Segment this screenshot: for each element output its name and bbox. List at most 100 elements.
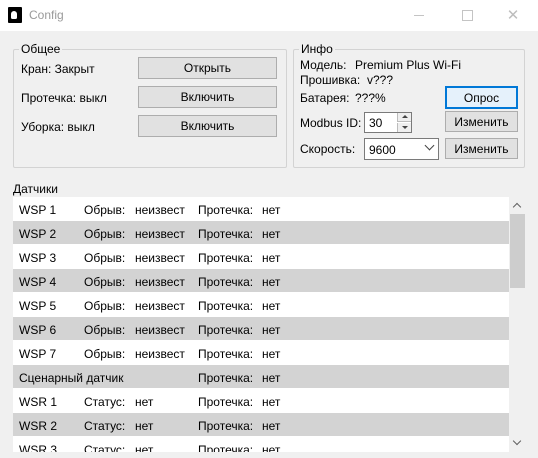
- sensor-cell-c4: Протечка:: [198, 371, 254, 385]
- info-legend: Инфо: [301, 42, 333, 56]
- open-valve-button[interactable]: Открыть: [138, 57, 277, 79]
- sensor-cell-c2: Обрыв:: [84, 251, 126, 265]
- sensor-cell-c1: WSR 3: [19, 443, 58, 452]
- sensor-cell-c5: нет: [262, 275, 281, 289]
- sensor-cell-c2: Обрыв:: [84, 299, 126, 313]
- table-row[interactable]: WSP 6 Обрыв: неизвест Протечка: нет: [13, 317, 525, 341]
- table-row[interactable]: WSP 2 Обрыв: неизвест Протечка: нет: [13, 221, 525, 245]
- sensor-cell-c1: WSP 5: [19, 299, 57, 313]
- sensor-cell-c5: нет: [262, 323, 281, 337]
- cleaning-enable-button[interactable]: Включить: [138, 115, 277, 137]
- leak-enable-button[interactable]: Включить: [138, 86, 277, 108]
- scroll-thumb[interactable]: [510, 214, 525, 288]
- spin-down-icon[interactable]: [397, 123, 411, 132]
- sensor-cell-c1: WSP 6: [19, 323, 57, 337]
- sensor-cell-c1: WSP 2: [19, 227, 57, 241]
- sensor-cell-c4: Протечка:: [198, 203, 254, 217]
- sensor-cell-c5: нет: [262, 443, 281, 452]
- sensor-cell-c3: неизвест: [135, 347, 185, 361]
- cleaning-status-label: Уборка: выкл: [21, 120, 95, 134]
- sensor-cell-c3: неизвест: [135, 323, 185, 337]
- modbus-id-stepper[interactable]: 30: [364, 112, 412, 133]
- table-row[interactable]: WSP 5 Обрыв: неизвест Протечка: нет: [13, 293, 525, 317]
- sensor-cell-c4: Протечка:: [198, 395, 254, 409]
- maximize-icon[interactable]: [444, 0, 490, 31]
- table-row[interactable]: WSR 2 Статус: нет Протечка: нет: [13, 413, 525, 437]
- speed-select[interactable]: 9600: [364, 138, 439, 160]
- table-row[interactable]: WSP 3 Обрыв: неизвест Протечка: нет: [13, 245, 525, 269]
- sensor-cell-c2: Обрыв:: [84, 323, 126, 337]
- sensor-cell-c3: неизвест: [135, 251, 185, 265]
- close-icon[interactable]: ✕: [490, 0, 536, 31]
- sensor-cell-c1: WSP 4: [19, 275, 57, 289]
- sensor-cell-c4: Протечка:: [198, 419, 254, 433]
- sensor-cell-c5: нет: [262, 203, 281, 217]
- modbus-id-value[interactable]: 30: [369, 116, 382, 130]
- sensors-label: Датчики: [13, 182, 58, 196]
- window-title: Config: [29, 8, 64, 22]
- app-icon: [8, 7, 22, 23]
- sensor-cell-c4: Протечка:: [198, 299, 254, 313]
- table-row[interactable]: Сценарный датчик Протечка: нет: [13, 365, 525, 389]
- sensor-list-scrollbar[interactable]: [509, 197, 526, 452]
- table-row[interactable]: WSR 1 Статус: нет Протечка: нет: [13, 389, 525, 413]
- sensor-cell-c1: WSP 3: [19, 251, 57, 265]
- sensor-cell-c1: Сценарный датчик: [19, 371, 124, 385]
- battery-value: ???%: [355, 91, 386, 105]
- valve-status-label: Кран: Закрыт: [21, 62, 95, 76]
- sensor-cell-c3: неизвест: [135, 227, 185, 241]
- table-row[interactable]: WSP 7 Обрыв: неизвест Протечка: нет: [13, 341, 525, 365]
- sensor-cell-c4: Протечка:: [198, 347, 254, 361]
- poll-button[interactable]: Опрос: [445, 86, 518, 109]
- scroll-down-icon[interactable]: [509, 435, 526, 452]
- sensor-cell-c5: нет: [262, 395, 281, 409]
- change-modbus-id-button[interactable]: Изменить: [445, 111, 518, 132]
- leak-status-label: Протечка: выкл: [21, 91, 107, 105]
- model-label: Модель:: [300, 58, 347, 72]
- sensor-cell-c2: Статус:: [84, 443, 126, 452]
- table-row[interactable]: WSP 1 Обрыв: неизвест Протечка: нет: [13, 197, 525, 221]
- sensor-cell-c2: Обрыв:: [84, 275, 126, 289]
- sensor-cell-c3: нет: [135, 443, 154, 452]
- sensor-cell-c1: WSP 7: [19, 347, 57, 361]
- change-speed-button[interactable]: Изменить: [445, 138, 518, 159]
- sensor-cell-c3: нет: [135, 419, 154, 433]
- scroll-up-icon[interactable]: [509, 197, 526, 214]
- sensor-cell-c5: нет: [262, 419, 281, 433]
- firmware-label: Прошивка:: [300, 73, 361, 87]
- table-row[interactable]: WSR 3 Статус: нет Протечка: нет: [13, 437, 525, 452]
- sensor-cell-c5: нет: [262, 251, 281, 265]
- sensor-cell-c3: неизвест: [135, 203, 185, 217]
- sensor-cell-c2: Обрыв:: [84, 203, 126, 217]
- sensor-cell-c3: нет: [135, 395, 154, 409]
- sensor-cell-c5: нет: [262, 227, 281, 241]
- sensor-cell-c3: неизвест: [135, 299, 185, 313]
- title-bar: Config ✕: [0, 0, 538, 31]
- modbus-id-label: Modbus ID:: [300, 116, 362, 130]
- general-legend: Общее: [21, 42, 61, 56]
- sensor-cell-c2: Обрыв:: [84, 227, 126, 241]
- battery-label: Батарея:: [300, 91, 350, 105]
- sensor-cell-c5: нет: [262, 347, 281, 361]
- spin-up-icon[interactable]: [397, 113, 411, 122]
- sensor-cell-c4: Протечка:: [198, 275, 254, 289]
- sensor-cell-c1: WSP 1: [19, 203, 57, 217]
- speed-label: Скорость:: [300, 142, 356, 156]
- speed-value[interactable]: 9600: [369, 143, 396, 157]
- model-value: Premium Plus Wi-Fi: [355, 58, 462, 72]
- chevron-down-icon[interactable]: [424, 140, 435, 151]
- sensor-cell-c5: нет: [262, 299, 281, 313]
- sensor-cell-c4: Протечка:: [198, 443, 254, 452]
- sensor-cell-c2: Обрыв:: [84, 347, 126, 361]
- firmware-value: v???: [367, 73, 394, 87]
- table-row[interactable]: WSP 4 Обрыв: неизвест Протечка: нет: [13, 269, 525, 293]
- sensor-cell-c3: неизвест: [135, 275, 185, 289]
- minimize-icon[interactable]: [396, 0, 442, 31]
- sensor-cell-c1: WSR 1: [19, 395, 58, 409]
- sensor-list[interactable]: WSP 1 Обрыв: неизвест Протечка: нет WSP 2 Обры…: [13, 197, 525, 452]
- sensor-cell-c2: Статус:: [84, 419, 126, 433]
- sensor-cell-c4: Протечка:: [198, 227, 254, 241]
- sensor-cell-c5: нет: [262, 371, 281, 385]
- sensor-cell-c2: Статус:: [84, 395, 126, 409]
- sensor-cell-c1: WSR 2: [19, 419, 58, 433]
